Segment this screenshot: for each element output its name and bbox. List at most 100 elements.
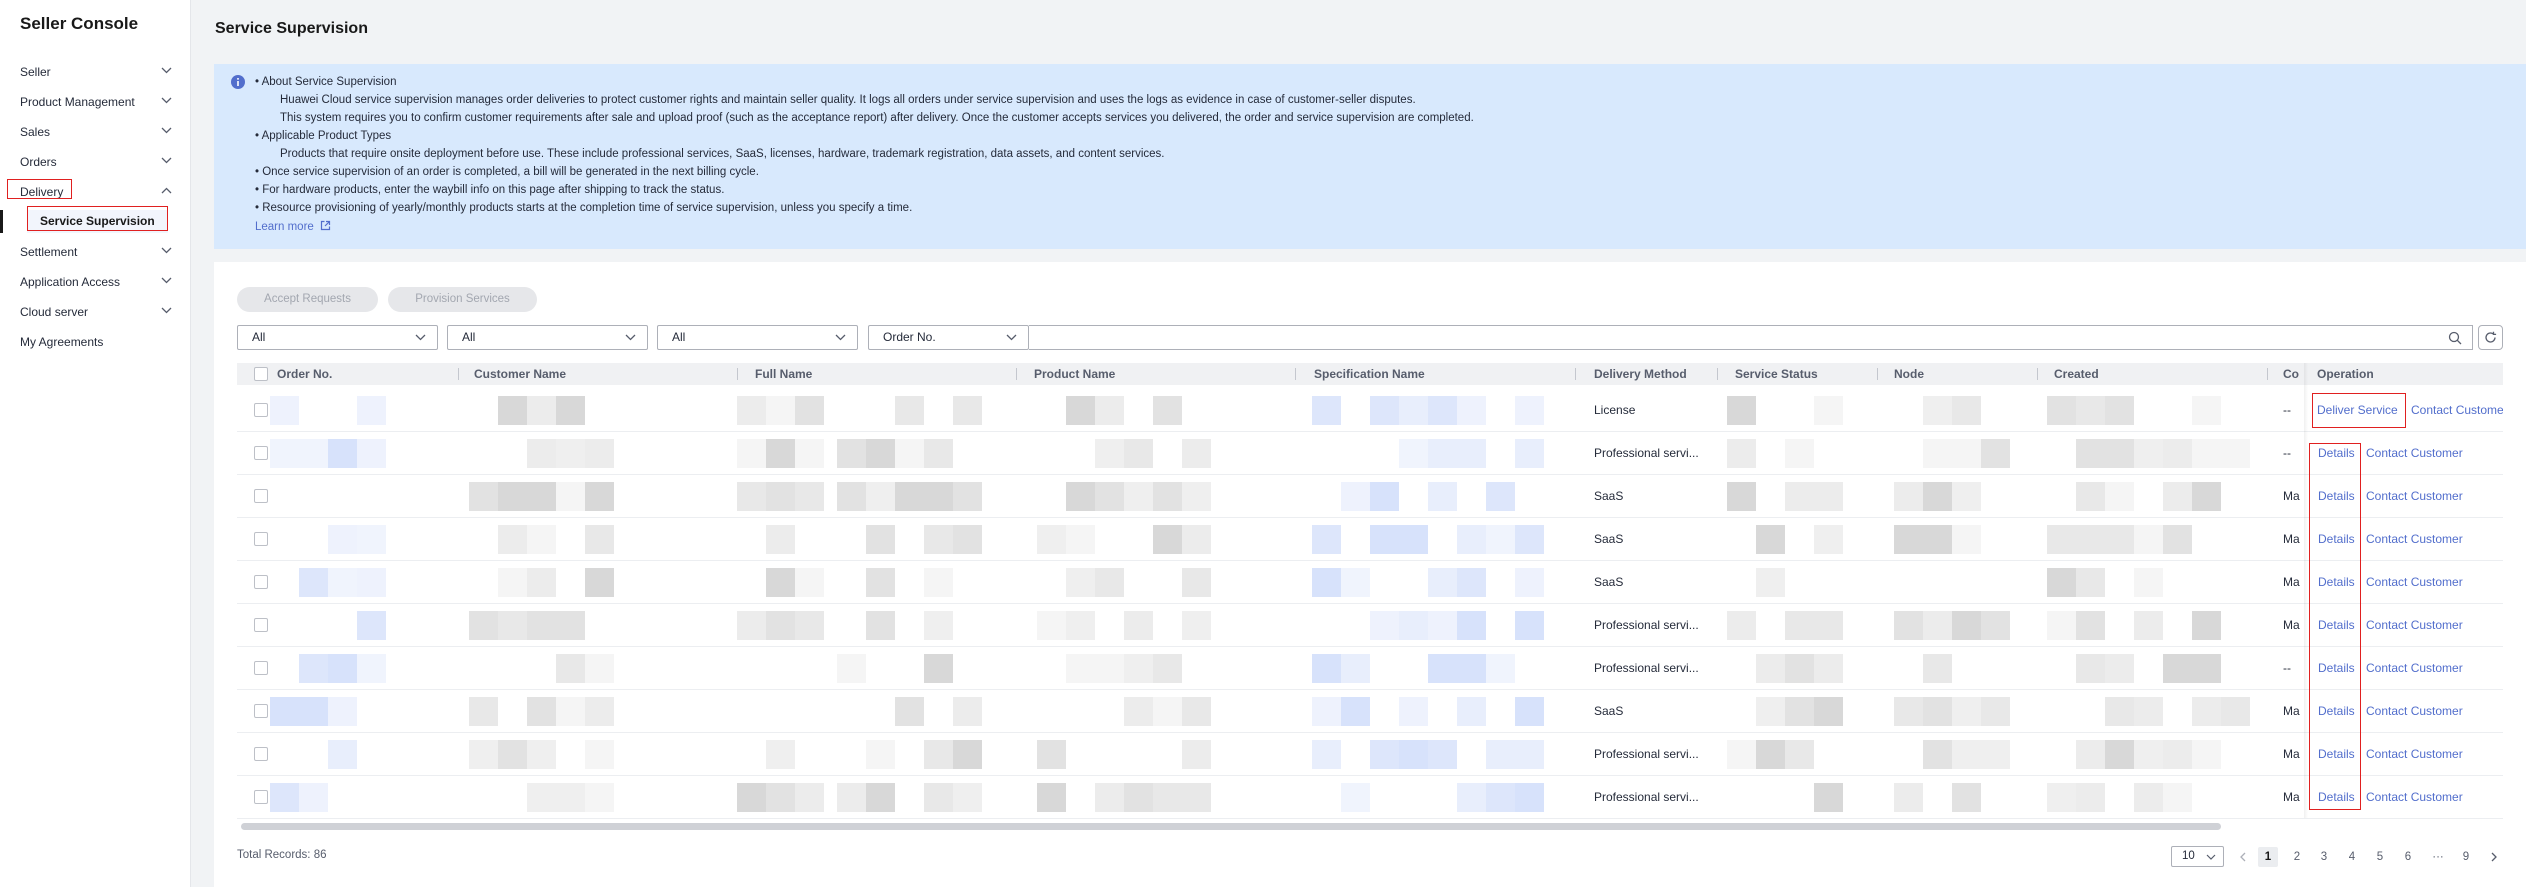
page-button[interactable]: 5	[2370, 847, 2390, 867]
nav-application-access[interactable]: Application Access	[20, 271, 172, 293]
details-link[interactable]: Details	[2318, 604, 2355, 647]
nav-sales[interactable]: Sales	[20, 121, 172, 143]
page-button[interactable]: 6	[2398, 847, 2418, 867]
col-product-name[interactable]: Product Name	[1034, 363, 1115, 385]
details-link[interactable]: Details	[2318, 776, 2355, 819]
contact-customer-link[interactable]: Contact Customer	[2366, 518, 2463, 561]
contact-customer-link[interactable]: Contact Custome	[2411, 389, 2503, 432]
blurred-cell-block	[1037, 783, 1066, 812]
contact-customer-link[interactable]: Contact Customer	[2366, 776, 2463, 819]
blurred-cell-block	[1153, 525, 1182, 554]
table-row[interactable]: License -- Deliver Service Contact Custome	[237, 389, 2503, 432]
table-row[interactable]: Professional servi... Ma Details Contact Cu…	[237, 733, 2503, 776]
select-all-checkbox[interactable]	[254, 367, 268, 381]
table-row[interactable]: Professional servi... -- Details Contact Cu…	[237, 432, 2503, 475]
contact-customer-link[interactable]: Contact Customer	[2366, 432, 2463, 475]
horizontal-scrollbar[interactable]	[241, 823, 2221, 830]
refresh-button[interactable]	[2478, 325, 2503, 350]
table-row[interactable]: SaaS Ma Details Contact Customer	[237, 690, 2503, 733]
prev-page-button[interactable]	[2232, 847, 2252, 867]
details-link[interactable]: Details	[2318, 432, 2355, 475]
details-link[interactable]: Details	[2318, 475, 2355, 518]
col-node[interactable]: Node	[1894, 363, 1924, 385]
blurred-cell-block	[895, 482, 924, 511]
page-button[interactable]: 2	[2287, 847, 2307, 867]
table-row[interactable]: Professional servi... Ma Details Contact Cu…	[237, 776, 2503, 819]
row-checkbox[interactable]	[254, 747, 268, 761]
row-checkbox[interactable]	[254, 790, 268, 804]
col-order-no[interactable]: Order No.	[277, 363, 332, 385]
row-checkbox[interactable]	[254, 489, 268, 503]
details-link[interactable]: Details	[2318, 647, 2355, 690]
row-checkbox[interactable]	[254, 446, 268, 460]
details-link[interactable]: Details	[2318, 518, 2355, 561]
blurred-cell-block	[1952, 740, 1981, 769]
accept-requests-button[interactable]: Accept Requests	[237, 287, 378, 312]
col-service-status[interactable]: Service Status	[1735, 363, 1818, 385]
blurred-cell-block	[585, 654, 614, 683]
filter-select-2[interactable]: All	[447, 325, 648, 350]
table-row[interactable]: SaaS Ma Details Contact Customer	[237, 518, 2503, 561]
col-created[interactable]: Created	[2054, 363, 2099, 385]
blurred-cell-block	[2163, 482, 2192, 511]
nav-settlement[interactable]: Settlement	[20, 241, 172, 263]
nav-my-agreements[interactable]: My Agreements	[20, 331, 172, 353]
learn-more-link[interactable]: Learn more	[255, 220, 331, 233]
info-text: Huawei Cloud service supervision manages…	[280, 94, 1416, 106]
row-checkbox[interactable]	[254, 575, 268, 589]
blurred-cell-block	[2221, 439, 2250, 468]
details-link[interactable]: Details	[2318, 733, 2355, 776]
details-link[interactable]: Details	[2318, 561, 2355, 604]
delivery-method-cell: Professional servi...	[1594, 747, 1699, 761]
col-specification-name[interactable]: Specification Name	[1314, 363, 1425, 385]
search-field-select[interactable]: Order No.	[868, 325, 1029, 350]
row-checkbox[interactable]	[254, 403, 268, 417]
page-button[interactable]: 9	[2456, 847, 2476, 867]
row-checkbox[interactable]	[254, 618, 268, 632]
row-checkbox[interactable]	[254, 661, 268, 675]
blurred-cell-block	[328, 740, 357, 769]
contact-customer-link[interactable]: Contact Customer	[2366, 733, 2463, 776]
table-row[interactable]: Professional servi... -- Details Contact Cu…	[237, 647, 2503, 690]
next-page-button[interactable]	[2484, 847, 2504, 867]
blurred-cell-block	[1486, 654, 1515, 683]
page-size-select[interactable]: 10	[2171, 846, 2224, 867]
provision-services-button[interactable]: Provision Services	[388, 287, 537, 312]
blurred-cell-block	[1727, 482, 1756, 511]
nav-orders[interactable]: Orders	[20, 151, 172, 173]
filter-select-1[interactable]: All	[237, 325, 438, 350]
contact-customer-link[interactable]: Contact Customer	[2366, 561, 2463, 604]
blurred-cell-block	[2221, 697, 2250, 726]
row-checkbox[interactable]	[254, 704, 268, 718]
contact-customer-link[interactable]: Contact Customer	[2366, 647, 2463, 690]
nav-service-supervision[interactable]: Service Supervision	[27, 210, 168, 233]
nav-cloud-server[interactable]: Cloud server	[20, 301, 172, 323]
blurred-cell-block	[270, 396, 299, 425]
contact-customer-link[interactable]: Contact Customer	[2366, 604, 2463, 647]
contact-customer-link[interactable]: Contact Customer	[2366, 475, 2463, 518]
contact-customer-link[interactable]: Contact Customer	[2366, 690, 2463, 733]
deliver-service-link[interactable]: Deliver Service	[2317, 389, 2398, 432]
col-delivery-method[interactable]: Delivery Method	[1594, 363, 1687, 385]
search-icon[interactable]	[2448, 331, 2462, 345]
page-button[interactable]: 1	[2258, 847, 2278, 867]
filter-select-3[interactable]: All	[657, 325, 858, 350]
chevron-down-icon	[161, 67, 172, 74]
col-co[interactable]: Co	[2283, 363, 2301, 385]
search-input[interactable]	[1029, 325, 2473, 350]
row-checkbox[interactable]	[254, 532, 268, 546]
page-button[interactable]: 3	[2314, 847, 2334, 867]
nav-product-management[interactable]: Product Management	[20, 91, 172, 113]
blurred-cell-block	[1428, 568, 1457, 597]
blurred-cell-block	[737, 482, 766, 511]
nav-seller[interactable]: Seller	[20, 61, 172, 83]
table-row[interactable]: SaaS Ma Details Contact Customer	[237, 561, 2503, 604]
col-full-name[interactable]: Full Name	[755, 363, 812, 385]
blurred-cell-block	[527, 783, 556, 812]
nav-delivery[interactable]: Delivery	[20, 181, 172, 203]
table-row[interactable]: Professional servi... Ma Details Contact Cu…	[237, 604, 2503, 647]
details-link[interactable]: Details	[2318, 690, 2355, 733]
page-button[interactable]: 4	[2342, 847, 2362, 867]
table-row[interactable]: SaaS Ma Details Contact Customer	[237, 475, 2503, 518]
col-customer-name[interactable]: Customer Name	[474, 363, 566, 385]
